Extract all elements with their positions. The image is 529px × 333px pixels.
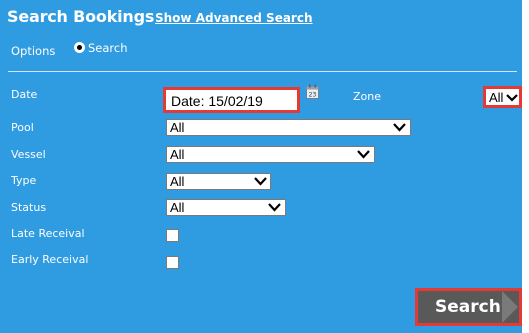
search-bookings-panel: Search Bookings Show Advanced Search Opt… <box>0 0 522 333</box>
zone-label: Zone <box>353 90 382 103</box>
zone-select[interactable]: All <box>483 86 522 108</box>
type-select-value: All <box>170 174 185 189</box>
show-advanced-search-link[interactable]: Show Advanced Search <box>155 11 313 25</box>
pool-label: Pool <box>11 121 34 134</box>
status-label: Status <box>11 201 47 214</box>
chevron-down-icon <box>254 177 267 186</box>
vessel-select-value: All <box>170 147 185 162</box>
early-receival-label: Early Receival <box>11 253 89 266</box>
calendar-day: 23 <box>309 92 317 99</box>
vessel-select[interactable]: All <box>166 146 375 163</box>
date-label: Date <box>11 88 38 101</box>
chevron-down-icon <box>268 203 281 212</box>
chevron-down-icon <box>506 94 518 102</box>
calendar-icon[interactable]: 23 <box>306 84 319 99</box>
options-label: Options <box>11 44 56 58</box>
status-select[interactable]: All <box>166 199 286 216</box>
divider <box>8 71 517 72</box>
zone-select-value: All <box>489 90 504 105</box>
late-receival-label: Late Receival <box>11 227 85 240</box>
panel-title: Search Bookings <box>7 7 155 26</box>
type-label: Type <box>11 174 37 187</box>
early-receival-checkbox[interactable] <box>166 256 179 269</box>
late-receival-checkbox[interactable] <box>166 229 179 242</box>
arrow-right-icon <box>502 291 518 323</box>
search-radio[interactable] <box>74 42 85 53</box>
pool-select-value: All <box>170 120 185 135</box>
vessel-label: Vessel <box>11 148 46 161</box>
date-input[interactable]: Date: 15/02/19 <box>163 87 300 113</box>
search-radio-label: Search <box>88 41 128 55</box>
chevron-down-icon <box>393 123 406 132</box>
status-select-value: All <box>170 200 185 215</box>
chevron-down-icon <box>357 150 370 159</box>
pool-select[interactable]: All <box>166 119 411 136</box>
type-select[interactable]: All <box>166 173 271 190</box>
